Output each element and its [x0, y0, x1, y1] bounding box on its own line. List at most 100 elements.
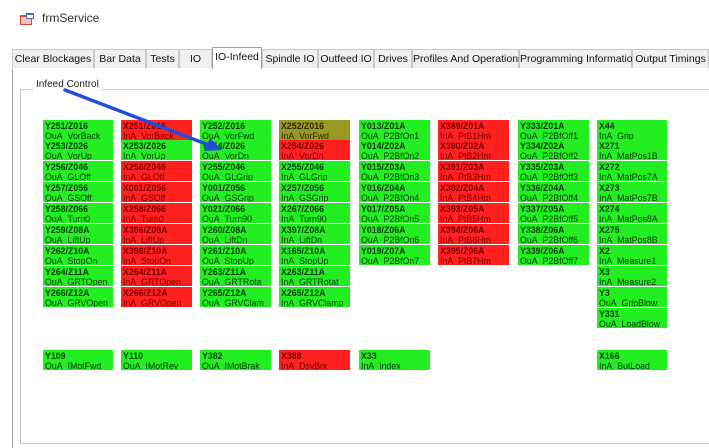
io-address: Y336/Z04A — [520, 183, 565, 193]
io-indicator-y021-z066[interactable]: Y021/Z066 OuA_Turn90 — [200, 203, 271, 223]
io-address: X256/Z046 — [123, 162, 167, 172]
io-indicator-x33[interactable]: X33 InA_Index — [359, 350, 430, 370]
io-address: Y252/Z016 — [202, 121, 246, 131]
io-signal-name: InA_PtB1Hm — [440, 131, 491, 140]
io-indicator-y262-z10a[interactable]: Y262/Z10A OuA_StopOn — [43, 245, 113, 265]
io-signal-name: OuA_IMotFwd — [45, 361, 102, 370]
io-indicator-y336-z04a[interactable]: Y336/Z04A OuA_P2BfOff4 — [518, 182, 589, 202]
io-indicator-x398-z10a[interactable]: X398/Z10A InA_StopOn — [121, 245, 192, 265]
io-indicator-x256-z046[interactable]: X256/Z046 InA_GLOff — [121, 161, 192, 181]
io-indicator-x265-z12a[interactable]: X265/Z12A InA_GRVClamp — [279, 287, 350, 307]
io-indicator-x394-z06a[interactable]: X394/Z06A InA_PtB6Hm — [438, 224, 509, 244]
io-indicator-x165-z10a[interactable]: X165/Z10A InA_StopUp — [279, 245, 350, 265]
io-indicator-y261-z10a[interactable]: Y261/Z10A OuA_StopUp — [200, 245, 271, 265]
tab-programming-information[interactable]: Programming Information — [519, 49, 638, 68]
io-indicator-x258-z066[interactable]: X258/Z066 InA_Turn0 — [121, 203, 192, 223]
io-indicator-x390-z02a[interactable]: X390/Z02A InA_PtB2Hm — [438, 140, 509, 160]
io-indicator-x272[interactable]: X272 InA_MatPos7A — [597, 161, 667, 181]
io-indicator-x001-z056[interactable]: X001/Z056 InA_GSOff — [121, 182, 192, 202]
io-address: X395/Z06A — [440, 246, 485, 256]
io-indicator-y256-z046[interactable]: Y256/Z046 OuA_GLOff — [43, 161, 113, 181]
io-indicator-x388[interactable]: X388 InA_DsvBrk — [279, 350, 350, 370]
tab-output-timings[interactable]: Output Timings — [632, 49, 709, 68]
io-indicator-y382[interactable]: Y382 OuA_IMotBrak — [200, 350, 271, 370]
io-indicator-y013-z01a[interactable]: Y013/Z01A OuA_P2BfOn1 — [359, 120, 430, 140]
io-indicator-x389-z01a[interactable]: X389/Z01A InA_PtB1Hm — [438, 120, 509, 140]
tab-profiles-and-operations[interactable]: Profiles And Operations — [412, 49, 523, 68]
io-indicator-x397-z08a[interactable]: X397/Z08A InA_LiftDn — [279, 224, 350, 244]
io-indicator-y257-z056[interactable]: Y257/Z056 OuA_GSOff — [43, 182, 113, 202]
io-indicator-y333-z01a[interactable]: Y333/Z01A OuA_P2BfOff1 — [518, 120, 589, 140]
io-indicator-x166[interactable]: X166 InA_ButLoad — [597, 350, 667, 370]
tab-bar-data[interactable]: Bar Data — [94, 49, 146, 68]
io-indicator-x44[interactable]: X44 InA_Grip — [597, 120, 667, 140]
io-indicator-y254-z026[interactable]: Y254/Z026 OuA_VorDn — [200, 140, 271, 160]
io-indicator-x263-z11a[interactable]: X263/Z11A InA_GRTRotat — [279, 266, 350, 286]
io-signal-name: InA_StopUp — [281, 256, 329, 265]
io-indicator-y331[interactable]: Y331 OuA_LoadBlow — [597, 308, 667, 328]
io-indicator-x266-z12a[interactable]: X266/Z12A InA_GRVOpen — [121, 287, 192, 307]
io-indicator-y264-z11a[interactable]: Y264/Z11A OuA_GRTOpen — [43, 266, 113, 286]
io-signal-name: InA_MatPos7A — [599, 172, 658, 181]
io-indicator-y265-z12a[interactable]: Y265/Z12A OuA_GRVClam — [200, 287, 271, 307]
tab-drives[interactable]: Drives — [374, 49, 412, 68]
io-indicator-x392-z04a[interactable]: X392/Z04A InA_PtB4Hm — [438, 182, 509, 202]
io-address: X266/Z12A — [123, 288, 168, 298]
io-indicator-y019-z07a[interactable]: Y019/Z07A OuA_P2BfOn7 — [359, 245, 430, 265]
io-indicator-x252-z016[interactable]: X252/Z016 InA_VorFwd — [279, 120, 350, 140]
io-indicator-y018-z06a[interactable]: Y018/Z06A OuA_P2BfOn6 — [359, 224, 430, 244]
io-indicator-y252-z016[interactable]: Y252/Z016 OuA_VorFwd — [200, 120, 271, 140]
io-indicator-x393-z05a[interactable]: X393/Z05A InA_PtB5Hm — [438, 203, 509, 223]
io-indicator-y017-z05a[interactable]: Y017/Z05A OuA_P2BfOn5 — [359, 203, 430, 223]
io-indicator-y259-z08a[interactable]: Y259/Z08A OuA_LiftUp — [43, 224, 113, 244]
io-indicator-y001-z056[interactable]: Y001/Z056 OuA_GSGrip — [200, 182, 271, 202]
io-indicator-y014-z02a[interactable]: Y014/Z02A OuA_P2BfOn2 — [359, 140, 430, 160]
tab-tests[interactable]: Tests — [146, 49, 179, 68]
tab-outfeed-io[interactable]: Outfeed IO — [318, 49, 374, 68]
io-indicator-y337-z05a[interactable]: Y337/Z05A OuA_P2BfOff5 — [518, 203, 589, 223]
io-indicator-x275[interactable]: X275 InA_MatPos8B — [597, 224, 667, 244]
io-indicator-x271[interactable]: X271 InA_MatPos1B — [597, 140, 667, 160]
io-indicator-y335-z03a[interactable]: Y335/Z03A OuA_P2BfOff3 — [518, 161, 589, 181]
io-indicator-x274[interactable]: X274 InA_MatPos8A — [597, 203, 667, 223]
tab-clear-blockages[interactable]: Clear Blockages — [12, 49, 94, 68]
io-indicator-x2[interactable]: X2 InA_Measure1 — [597, 245, 667, 265]
io-indicator-y251-z016[interactable]: Y251/Z016 OuA_VorBack — [43, 120, 113, 140]
io-indicator-x254-z026[interactable]: X254/Z026 InA_VorDn — [279, 140, 350, 160]
io-indicator-y110[interactable]: Y110 OuA_IMotRev — [121, 350, 192, 370]
io-indicator-y258-z066[interactable]: Y258/Z066 OuA_Turn0 — [43, 203, 113, 223]
io-indicator-x264-z11a[interactable]: X264/Z11A InA_GRTOpen — [121, 266, 192, 286]
io-indicator-y015-z03a[interactable]: Y015/Z03A OuA_P2BfOn3 — [359, 161, 430, 181]
io-indicator-y3[interactable]: Y3 OuA_GripBlow — [597, 287, 667, 307]
tab-spindle-io[interactable]: Spindle IO — [262, 49, 318, 68]
io-indicator-x391-z03a[interactable]: X391/Z03A InA_PtB3Hm — [438, 161, 509, 181]
io-indicator-y255-z046[interactable]: Y255/Z046 OuA_GLGrip — [200, 161, 271, 181]
io-indicator-x395-z06a[interactable]: X395/Z06A InA_PtB7Hm — [438, 245, 509, 265]
io-signal-name: OuA_VorUp — [45, 151, 92, 160]
io-indicator-y016-z04a[interactable]: Y016/Z04A OuA_P2BfOn4 — [359, 182, 430, 202]
io-indicator-y260-z08a[interactable]: Y260/Z08A OuA_LiftDn — [200, 224, 271, 244]
io-indicator-x273[interactable]: X273 InA_MatPos7B — [597, 182, 667, 202]
io-indicator-y266-z12a[interactable]: Y266/Z12A OuA_GRVOpen — [43, 287, 113, 307]
io-indicator-x257-z056[interactable]: X257/Z056 InA_GSGrip — [279, 182, 350, 202]
io-indicator-x3[interactable]: X3 InA_Measure2 — [597, 266, 667, 286]
io-indicator-x255-z046[interactable]: X255/Z046 InA_GLGrip — [279, 161, 350, 181]
io-indicator-y334-z02a[interactable]: Y334/Z02A OuA_P2BfOff2 — [518, 140, 589, 160]
io-indicator-y338-z06a[interactable]: Y338/Z06A OuA_P2BfOff6 — [518, 224, 589, 244]
io-indicator-x396-z08a[interactable]: X396/Z08A InA_LiftUp — [121, 224, 192, 244]
tab-io-infeed[interactable]: IO-Infeed — [212, 47, 262, 69]
io-indicator-y109[interactable]: Y109 OuA_IMotFwd — [43, 350, 113, 370]
io-indicator-y339-z06a[interactable]: Y339/Z06A OuA_P2BfOff7 — [518, 245, 589, 265]
io-signal-name: InA_DsvBrk — [281, 361, 328, 370]
io-indicator-x253-z026[interactable]: X253/Z026 InA_VorUp — [121, 140, 192, 160]
io-signal-name: InA_GRVClamp — [281, 298, 344, 307]
io-signal-name: InA_GSOff — [123, 193, 166, 202]
io-signal-name: OuA_StopUp — [202, 256, 254, 265]
io-indicator-x267-z066[interactable]: X267/Z066 InA_Turn90 — [279, 203, 350, 223]
io-address: X253/Z026 — [123, 141, 167, 151]
io-indicator-y253-z026[interactable]: Y253/Z026 OuA_VorUp — [43, 140, 113, 160]
io-signal-name: InA_VorDn — [281, 151, 324, 160]
io-indicator-y263-z11a[interactable]: Y263/Z11A OuA_GRTRota — [200, 266, 271, 286]
tab-io[interactable]: IO — [179, 49, 212, 68]
io-indicator-x251-z016[interactable]: X251/Z016 InA_VorBack — [121, 120, 192, 140]
